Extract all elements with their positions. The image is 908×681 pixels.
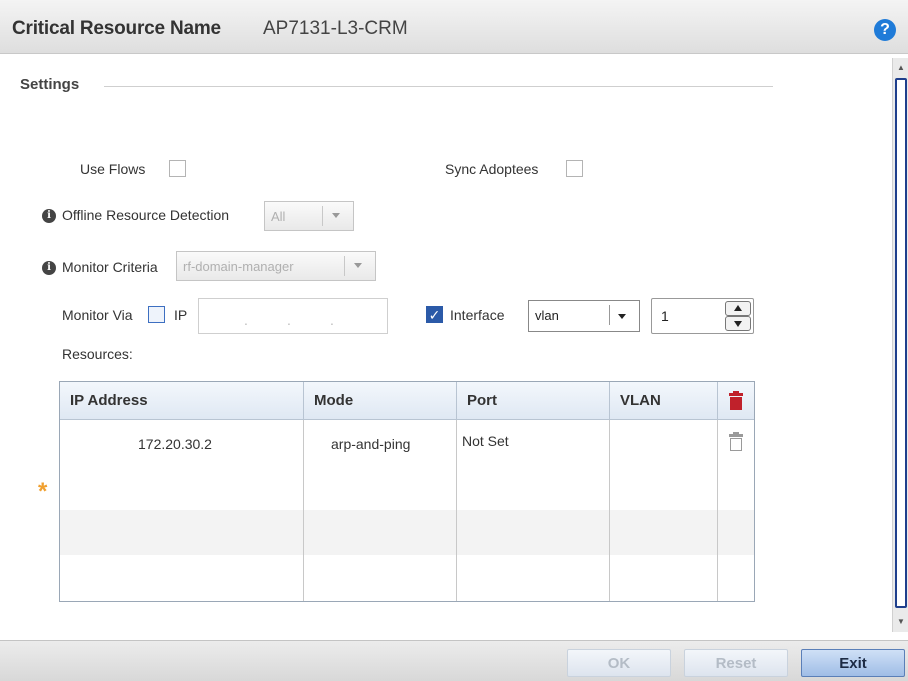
scroll-up-icon[interactable]: ▲ — [895, 62, 907, 74]
column-header-vlan[interactable]: VLAN — [610, 382, 718, 420]
chevron-up-icon — [734, 305, 742, 311]
info-icon[interactable]: i — [42, 261, 56, 275]
use-flows-label: Use Flows — [80, 161, 146, 177]
monitor-criteria-select[interactable]: rf-domain-manager — [176, 251, 376, 281]
interface-type-select[interactable]: vlan — [528, 300, 640, 332]
settings-legend: Settings — [20, 76, 80, 93]
settings-divider — [104, 86, 773, 87]
port-cell: Not Set — [462, 433, 509, 449]
required-asterisk-icon: * — [38, 478, 48, 505]
chevron-down-icon — [734, 321, 742, 327]
vertical-scrollbar[interactable]: ▲ ▼ — [892, 58, 908, 632]
monitor-criteria-label: Monitor Criteria — [62, 259, 158, 275]
info-icon[interactable]: i — [42, 209, 56, 223]
interface-label: Interface — [450, 307, 505, 323]
interface-number-value: 1 — [661, 308, 669, 324]
offline-detection-select[interactable]: All — [264, 201, 354, 231]
sync-adoptees-checkbox[interactable] — [566, 160, 583, 177]
ip-label: IP — [174, 307, 188, 323]
mode-cell: arp-and-ping — [331, 436, 411, 452]
column-header-ip-address[interactable]: IP Address — [60, 382, 304, 420]
interface-checkbox[interactable]: ✓ — [426, 306, 443, 323]
chevron-down-icon — [332, 213, 340, 218]
interface-number-stepper[interactable]: 1 — [651, 298, 754, 334]
resources-table: IP Address Mode Port VLAN 172.20.30.2 ar… — [59, 381, 755, 602]
dialog-header: Critical Resource Name AP7131-L3-CRM ? — [0, 0, 908, 54]
column-header-delete — [718, 382, 754, 420]
chevron-down-icon — [354, 263, 362, 268]
exit-button[interactable]: Exit — [801, 649, 905, 677]
offline-detection-label: Offline Resource Detection — [62, 207, 230, 223]
resources-label: Resources: — [62, 346, 133, 362]
scroll-thumb[interactable] — [895, 78, 907, 608]
monitor-criteria-value: rf-domain-manager — [183, 259, 294, 274]
reset-button[interactable]: Reset — [684, 649, 788, 677]
table-row-empty[interactable] — [60, 510, 754, 555]
use-flows-checkbox[interactable] — [169, 160, 186, 177]
decrement-button[interactable] — [725, 316, 751, 331]
delete-row-icon[interactable] — [728, 432, 744, 452]
column-header-port[interactable]: Port — [457, 382, 610, 420]
resource-name-value: AP7131-L3-CRM — [263, 18, 408, 39]
delete-all-icon[interactable] — [728, 391, 744, 411]
help-icon[interactable]: ? — [874, 19, 896, 41]
increment-button[interactable] — [725, 301, 751, 316]
dialog-footer: OK Reset Exit — [0, 640, 908, 681]
offline-detection-value: All — [271, 209, 286, 224]
scroll-down-icon[interactable]: ▼ — [895, 616, 907, 628]
sync-adoptees-label: Sync Adoptees — [445, 161, 539, 177]
column-header-mode[interactable]: Mode — [304, 382, 457, 420]
ip-address-cell: 172.20.30.2 — [138, 436, 212, 452]
table-row[interactable]: 172.20.30.2 arp-and-ping Not Set — [60, 420, 754, 465]
monitor-via-label: Monitor Via — [62, 307, 133, 323]
interface-type-value: vlan — [535, 308, 559, 323]
dialog-title: Critical Resource Name — [12, 18, 221, 39]
chevron-down-icon — [618, 314, 626, 319]
ip-address-input[interactable]: . . . — [198, 298, 388, 334]
ok-button[interactable]: OK — [567, 649, 671, 677]
ip-checkbox[interactable] — [148, 306, 165, 323]
